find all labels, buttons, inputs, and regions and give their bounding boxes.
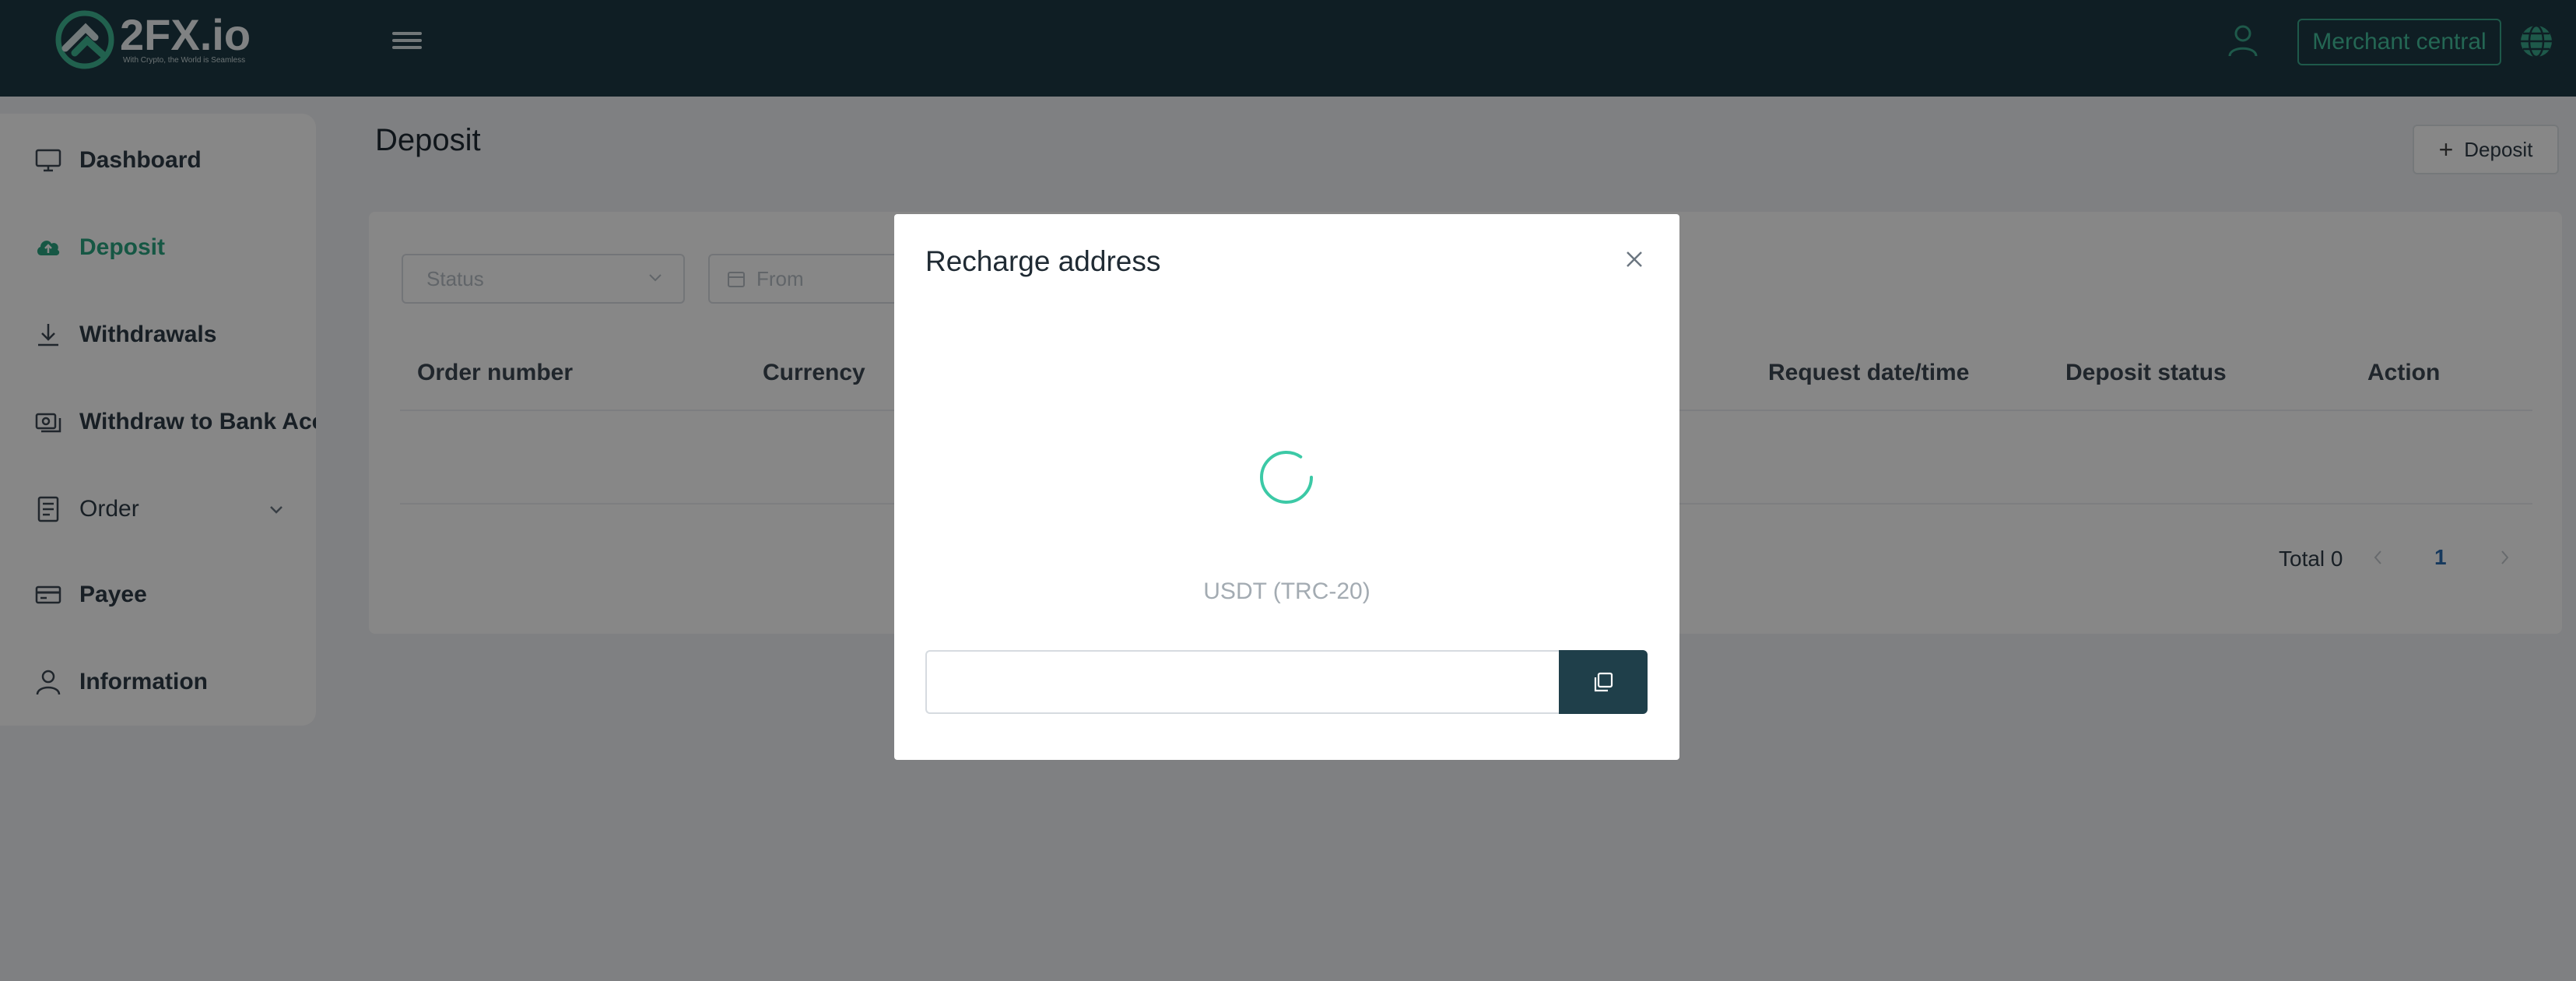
recharge-address-input[interactable] (925, 650, 1560, 714)
close-icon[interactable] (1623, 248, 1645, 270)
network-label: USDT (TRC-20) (1203, 578, 1370, 604)
copy-icon (1594, 672, 1613, 692)
dialog-title: Recharge address (925, 245, 1161, 277)
loading-spinner-icon (1260, 451, 1313, 504)
copy-address-button[interactable] (1559, 650, 1648, 714)
recharge-address-dialog: Recharge address USDT (TRC-20) (894, 214, 1679, 760)
